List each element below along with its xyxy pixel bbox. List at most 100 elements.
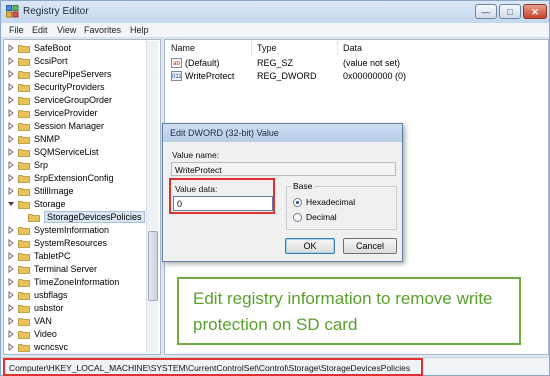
tree-item[interactable]: StorageDevicesPolicies [18,211,160,224]
tree-item-label: SecurityProviders [34,82,105,92]
dialog-title-bar[interactable]: Edit DWORD (32-bit) Value [163,124,402,142]
value-data: (value not set) [343,58,401,68]
close-button[interactable]: ✕ [523,4,547,19]
expand-arrow-icon[interactable] [8,226,14,234]
cancel-button[interactable]: Cancel [343,238,397,254]
menu-help[interactable]: Help [130,25,149,35]
tree-item-label: StorageDevicesPolicies [44,211,145,223]
expand-arrow-icon[interactable] [8,122,14,130]
column-header-name[interactable]: Name [171,43,195,53]
expand-arrow-icon[interactable] [8,70,14,78]
expand-arrow-icon[interactable] [8,174,14,182]
tree-item[interactable]: SecurityProviders [8,81,158,94]
tree-item[interactable]: StillImage [8,185,158,198]
value-row-default[interactable]: ab (Default) REG_SZ (value not set) [165,57,548,70]
column-divider[interactable] [251,40,252,55]
column-divider[interactable] [337,40,338,55]
expand-arrow-icon[interactable] [8,278,14,286]
expand-arrow-icon[interactable] [8,291,14,299]
value-name-field: WriteProtect [171,162,396,176]
folder-icon [18,305,30,313]
hexadecimal-label[interactable]: Hexadecimal [306,197,355,207]
expand-arrow-icon[interactable] [8,239,14,247]
string-value-icon: ab [171,58,182,68]
tree-item[interactable]: Video [8,328,158,341]
tree-item[interactable]: ScsiPort [8,55,158,68]
menu-file[interactable]: File [9,25,24,35]
window-title: Registry Editor [23,6,89,17]
expand-arrow-icon[interactable] [8,304,14,312]
tree-item[interactable]: ServiceGroupOrder [8,94,158,107]
tree-item[interactable]: wcncsvc [8,341,158,354]
expand-arrow-icon[interactable] [8,343,14,351]
expand-arrow-icon[interactable] [8,44,14,52]
tree-item[interactable]: usbflags [8,289,158,302]
ok-button[interactable]: OK [285,238,335,254]
expand-arrow-icon[interactable] [8,161,14,169]
value-name: WriteProtect [185,71,235,81]
minimize-icon: — [481,7,491,17]
menu-favorites[interactable]: Favorites [84,25,121,35]
expand-arrow-icon[interactable] [8,252,14,260]
decimal-radio[interactable] [293,213,302,222]
tree-item-label: Srp [34,160,49,170]
tree-item[interactable]: VAN [8,315,158,328]
tree-item[interactable]: SystemResources [8,237,158,250]
expand-arrow-icon[interactable] [8,330,14,338]
collapse-arrow-icon[interactable] [8,200,14,208]
folder-icon [18,84,30,92]
expand-arrow-icon[interactable] [8,83,14,91]
expand-arrow-icon[interactable] [8,96,14,104]
tree-item[interactable]: SystemInformation [8,224,158,237]
registry-key-tree[interactable]: SafeBoot ScsiPort SecurePipeServers Securit… [3,39,161,355]
tree-item-label: usbflags [34,290,68,300]
tree-item[interactable]: Session Manager [8,120,158,133]
hexadecimal-radio[interactable] [293,198,302,207]
menu-view[interactable]: View [57,25,76,35]
tree-item[interactable]: Srp [8,159,158,172]
status-path-highlight: Computer\HKEY_LOCAL_MACHINE\SYSTEM\Curre… [3,358,423,376]
tree-item[interactable]: SNMP [8,133,158,146]
dword-value-icon: 011 [171,71,182,81]
menu-edit[interactable]: Edit [32,25,48,35]
value-name: (Default) [185,58,220,68]
tree-item-label: SafeBoot [34,43,72,53]
minimize-button[interactable]: — [475,4,497,19]
column-header-data[interactable]: Data [343,43,362,53]
tree-item[interactable]: SafeBoot [8,42,158,55]
folder-icon [18,123,30,131]
tree-item[interactable]: SecurePipeServers [8,68,158,81]
expand-arrow-icon[interactable] [8,148,14,156]
tree-item-label: SystemResources [34,238,108,248]
tree-item[interactable]: Storage [8,198,158,211]
expand-arrow-icon[interactable] [8,135,14,143]
folder-icon [18,344,30,352]
tree-item[interactable]: SrpExtensionConfig [8,172,158,185]
expand-arrow-icon[interactable] [8,317,14,325]
expand-arrow-icon[interactable] [8,109,14,117]
tree-item-label: SQMServiceList [34,147,99,157]
decimal-label[interactable]: Decimal [306,212,337,222]
expand-arrow-icon[interactable] [8,187,14,195]
tree-item[interactable]: SQMServiceList [8,146,158,159]
expand-arrow-icon[interactable] [8,57,14,65]
folder-icon [18,318,30,326]
expand-arrow-icon[interactable] [8,265,14,273]
tree-scrollbar-thumb[interactable] [148,231,158,301]
column-header-type[interactable]: Type [257,43,277,53]
base-group: Base Hexadecimal Decimal [286,181,397,230]
title-bar[interactable]: Registry Editor — □ ✕ [1,1,549,23]
tree-item-label: SecurePipeServers [34,69,112,79]
tree-scrollbar[interactable] [146,41,158,353]
tree-item[interactable]: TimeZoneInformation [8,276,158,289]
tree-item[interactable]: Terminal Server [8,263,158,276]
tree-item[interactable]: ServiceProvider [8,107,158,120]
tree-item-label: Terminal Server [34,264,98,274]
value-row-writeprotect[interactable]: 011 WriteProtect REG_DWORD 0x00000000 (0… [165,70,548,83]
value-type: REG_DWORD [257,71,317,81]
maximize-button[interactable]: □ [499,4,521,19]
folder-icon [18,175,30,183]
value-type: REG_SZ [257,58,294,68]
tree-item[interactable]: TabletPC [8,250,158,263]
tree-item[interactable]: usbstor [8,302,158,315]
